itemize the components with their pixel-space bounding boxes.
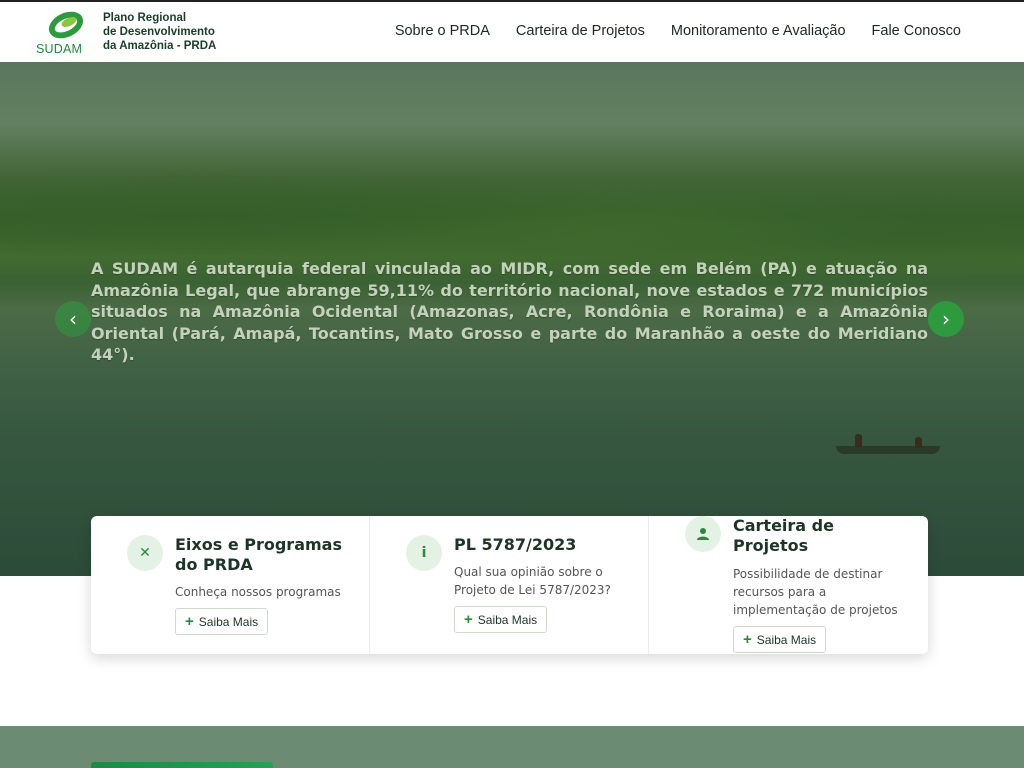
card-desc: Possibilidade de destinar recursos para … <box>733 567 898 617</box>
site-title-line: Plano Regional <box>103 12 187 24</box>
plus-icon: + <box>464 611 473 628</box>
bottom-section <box>0 726 1024 768</box>
saiba-mais-button[interactable]: + Saiba Mais <box>175 608 269 635</box>
site-header: SUDAM Plano Regional de Desenvolvimento … <box>0 0 1024 62</box>
chevron-left-icon: ‹ <box>69 307 77 331</box>
info-icon: i <box>406 535 442 571</box>
sudam-logo[interactable]: SUDAM <box>36 10 96 58</box>
canoe-image <box>836 446 940 454</box>
card-pl: i PL 5787/2023 Qual sua opinião sobre o … <box>370 516 649 654</box>
card-title: Eixos e Programas do PRDA <box>175 535 342 574</box>
card-title: Carteira de Projetos <box>733 516 834 555</box>
carousel-prev-button[interactable]: ‹ <box>55 301 91 337</box>
user-icon-glyph <box>697 528 709 540</box>
logo-word: SUDAM <box>36 42 83 56</box>
button-label: Saiba Mais <box>477 612 538 627</box>
section-banner <box>91 762 273 768</box>
card-title: PL 5787/2023 <box>454 535 577 554</box>
main-nav: Sobre o PRDA Carteira de Projetos Monito… <box>395 23 961 39</box>
canoe-figure <box>855 434 862 447</box>
site-title-line: de Desenvolvimento <box>103 26 215 38</box>
nav-carteira[interactable]: Carteira de Projetos <box>516 23 645 39</box>
site-title-line: da Amazônia - PRDA <box>103 40 217 52</box>
card-desc: Qual sua opinião sobre o Projeto de Lei … <box>454 565 611 597</box>
saiba-mais-button[interactable]: + Saiba Mais <box>454 606 548 633</box>
chevron-right-icon: › <box>942 307 950 331</box>
feature-cards: ✕ Eixos e Programas do PRDA Conheça noss… <box>91 516 928 654</box>
hero-carousel: A SUDAM é autarquia federal vinculada ao… <box>0 62 1024 576</box>
button-label: Saiba Mais <box>198 614 259 629</box>
button-label: Saiba Mais <box>756 632 817 647</box>
card-desc: Conheça nossos programas <box>175 585 341 599</box>
plus-icon: + <box>185 613 194 630</box>
nav-sobre[interactable]: Sobre o PRDA <box>395 23 490 39</box>
site-title[interactable]: Plano Regional de Desenvolvimento da Ama… <box>103 11 216 53</box>
saiba-mais-button[interactable]: + Saiba Mais <box>733 626 827 653</box>
hero-text: A SUDAM é autarquia federal vinculada ao… <box>91 259 928 364</box>
card-eixos: ✕ Eixos e Programas do PRDA Conheça noss… <box>91 516 370 654</box>
card-carteira: Carteira de Projetos Possibilidade de de… <box>649 516 928 654</box>
nav-monitoramento[interactable]: Monitoramento e Avaliação <box>671 23 846 39</box>
nav-fale-conosco[interactable]: Fale Conosco <box>872 23 961 39</box>
close-icon: ✕ <box>127 535 163 571</box>
page: SUDAM Plano Regional de Desenvolvimento … <box>0 0 1024 768</box>
carousel-next-button[interactable]: › <box>928 301 964 337</box>
plus-icon: + <box>743 631 752 648</box>
canoe-figure <box>915 437 922 448</box>
user-icon <box>685 516 721 552</box>
leaf-icon <box>48 11 84 39</box>
